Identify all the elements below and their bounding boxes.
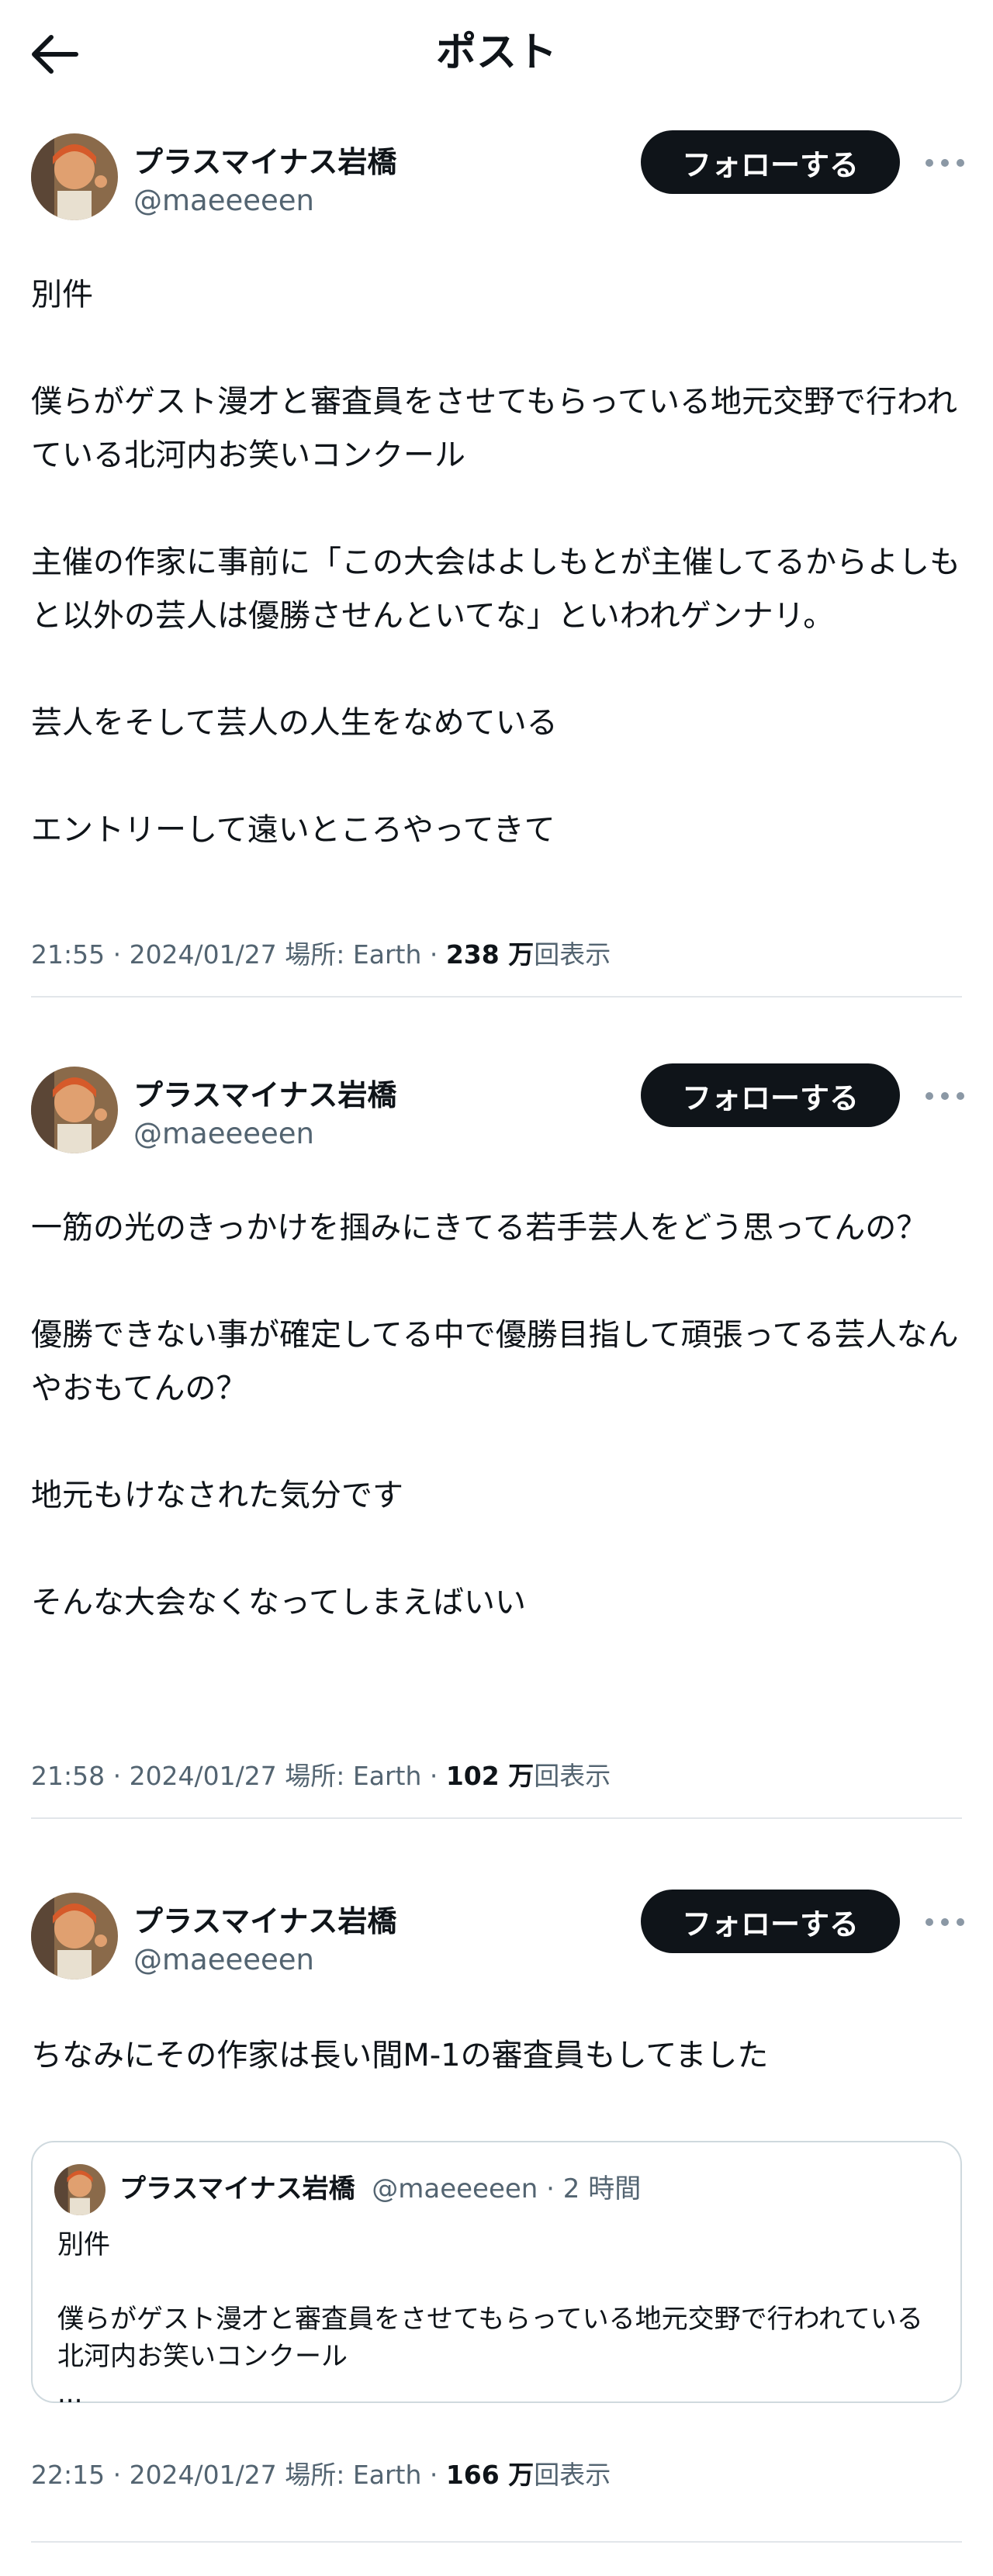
tweet-paragraph: 芸人をそして芸人の人生をなめている bbox=[31, 705, 558, 741]
view-count: 238 万 bbox=[445, 939, 535, 970]
timestamp[interactable]: 21:55 · 2024/01/27 場所: Earth · bbox=[31, 939, 446, 970]
quoted-handle-time: @maeeeeen · 2 時間 bbox=[372, 2173, 642, 2204]
view-count: 166 万 bbox=[445, 2460, 535, 2490]
divider bbox=[31, 996, 962, 998]
tweet-paragraph: ちなみにその作家は長い間M-1の審査員もしてました bbox=[31, 2038, 769, 2073]
author-handle[interactable]: @maeeeeen bbox=[133, 1941, 314, 1980]
quoted-avatar bbox=[54, 2164, 106, 2215]
quoted-header: プラスマイナス岩橋 @maeeeeen · 2 時間 bbox=[119, 2170, 641, 2208]
author-handle[interactable]: @maeeeeen bbox=[133, 1115, 314, 1153]
tweet-paragraph: そんな大会なくなってしまえばいい bbox=[31, 1585, 526, 1620]
tweet-paragraph: 地元もけなされた気分です bbox=[31, 1478, 403, 1513]
author-name[interactable]: プラスマイナス岩橋 bbox=[133, 143, 396, 182]
view-label: 回表示 bbox=[534, 2460, 611, 2490]
quoted-paragraph: 僕らがゲスト漫才と審査員をさせてもらっている地元交野で行われている北河内お笑いコ… bbox=[57, 2304, 923, 2372]
more-options-icon[interactable] bbox=[922, 143, 968, 182]
page-title: ポスト bbox=[435, 29, 557, 76]
tweet-paragraph: 主催の作家に事前に「この大会はよしもとが主催してるからよしもと以外の芸人は優勝さ… bbox=[31, 545, 960, 634]
quoted-author-name: プラスマイナス岩橋 bbox=[119, 2173, 355, 2204]
tweet-paragraph: 一筋の光のきっかけを掴みにきてる若手芸人をどう思ってんの？ bbox=[31, 1210, 928, 1246]
follow-button[interactable]: フォローする bbox=[641, 1890, 900, 1953]
tweet-paragraph: 別件 bbox=[31, 277, 93, 313]
more-options-icon[interactable] bbox=[922, 1077, 968, 1115]
tweet-meta: 22:15 · 2024/01/27 場所: Earth · 166 万回表示 bbox=[31, 2457, 611, 2493]
timestamp[interactable]: 21:58 · 2024/01/27 場所: Earth · bbox=[31, 1761, 446, 1791]
avatar[interactable] bbox=[31, 1067, 118, 1153]
tweet-paragraph: 僕らがゲスト漫才と審査員をさせてもらっている地元交野で行われている北河内お笑いコ… bbox=[31, 384, 957, 473]
follow-button[interactable]: フォローする bbox=[641, 1063, 900, 1127]
quoted-ellipsis: ... bbox=[57, 2378, 83, 2409]
author-name[interactable]: プラスマイナス岩橋 bbox=[133, 1902, 396, 1941]
quoted-text: 別件 僕らがゲスト漫才と審査員をさせてもらっている地元交野で行われている北河内お… bbox=[57, 2226, 942, 2412]
tweet-text: ちなみにその作家は長い間M-1の審査員もしてました bbox=[31, 2029, 962, 2083]
view-label: 回表示 bbox=[534, 1761, 611, 1791]
divider bbox=[31, 2541, 962, 2543]
top-bar: ポスト bbox=[0, 0, 993, 109]
view-label: 回表示 bbox=[534, 939, 611, 970]
tweet-meta: 21:55 · 2024/01/27 場所: Earth · 238 万回表示 bbox=[31, 937, 611, 973]
more-options-icon[interactable] bbox=[922, 1903, 968, 1942]
quoted-paragraph: 別件 bbox=[57, 2229, 110, 2260]
timestamp[interactable]: 22:15 · 2024/01/27 場所: Earth · bbox=[31, 2460, 446, 2490]
avatar[interactable] bbox=[31, 1893, 118, 1980]
view-count: 102 万 bbox=[445, 1761, 535, 1791]
tweet-paragraph: エントリーして遠いところやってきて bbox=[31, 812, 555, 848]
avatar[interactable] bbox=[31, 133, 118, 220]
quoted-tweet-card[interactable]: プラスマイナス岩橋 @maeeeeen · 2 時間 別件 僕らがゲスト漫才と審… bbox=[31, 2141, 962, 2409]
follow-button[interactable]: フォローする bbox=[641, 130, 900, 194]
tweet-text: 一筋の光のきっかけを掴みにきてる若手芸人をどう思ってんの？ 優勝できない事が確定… bbox=[31, 1202, 962, 1630]
tweet-meta: 21:58 · 2024/01/27 場所: Earth · 102 万回表示 bbox=[31, 1758, 611, 1794]
author-handle[interactable]: @maeeeeen bbox=[133, 182, 314, 220]
author-name[interactable]: プラスマイナス岩橋 bbox=[133, 1076, 396, 1115]
tweet-paragraph: 優勝できない事が確定してる中で優勝目指して頑張ってる芸人なんやおもてんの？ bbox=[31, 1317, 959, 1406]
divider bbox=[31, 1817, 962, 1819]
tweet-text: 別件 僕らがゲスト漫才と審査員をさせてもらっている地元交野で行われている北河内お… bbox=[31, 268, 962, 857]
